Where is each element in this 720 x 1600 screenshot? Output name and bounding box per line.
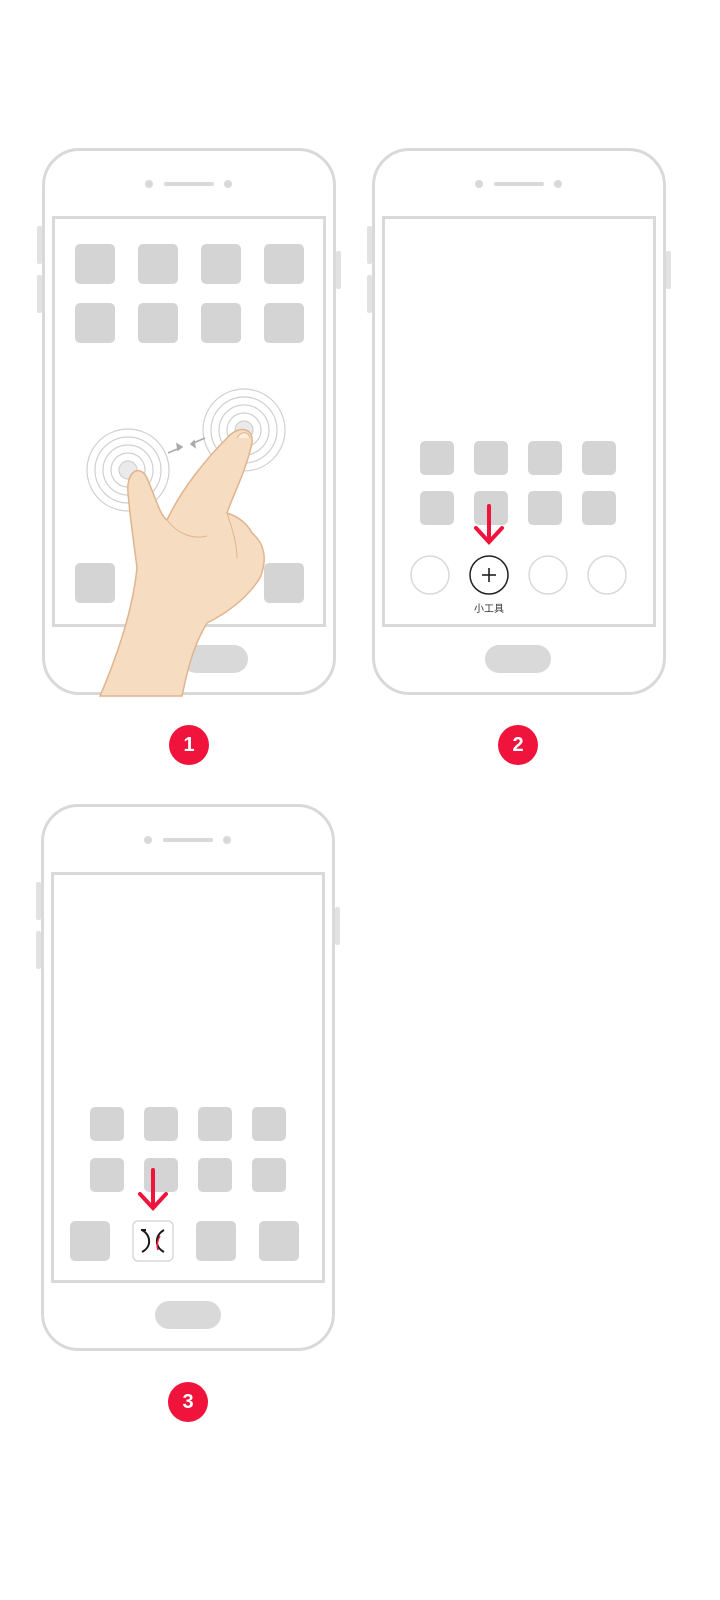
- phone-illustration: 小工具: [367, 148, 671, 695]
- add-widget-button[interactable]: [469, 555, 509, 595]
- step-3-panel: [36, 804, 340, 1352]
- widget-tile[interactable]: [132, 1220, 174, 1262]
- step-1-panel: [37, 148, 341, 697]
- phone-illustration: [36, 804, 340, 1351]
- widget-label: 小工具: [474, 603, 504, 615]
- step-badge-3: 3: [168, 1382, 208, 1422]
- phone-illustration: [37, 148, 341, 697]
- step-2-panel: 小工具: [367, 148, 671, 696]
- step-badge-1: 1: [169, 725, 209, 765]
- step-badge-2: 2: [498, 725, 538, 765]
